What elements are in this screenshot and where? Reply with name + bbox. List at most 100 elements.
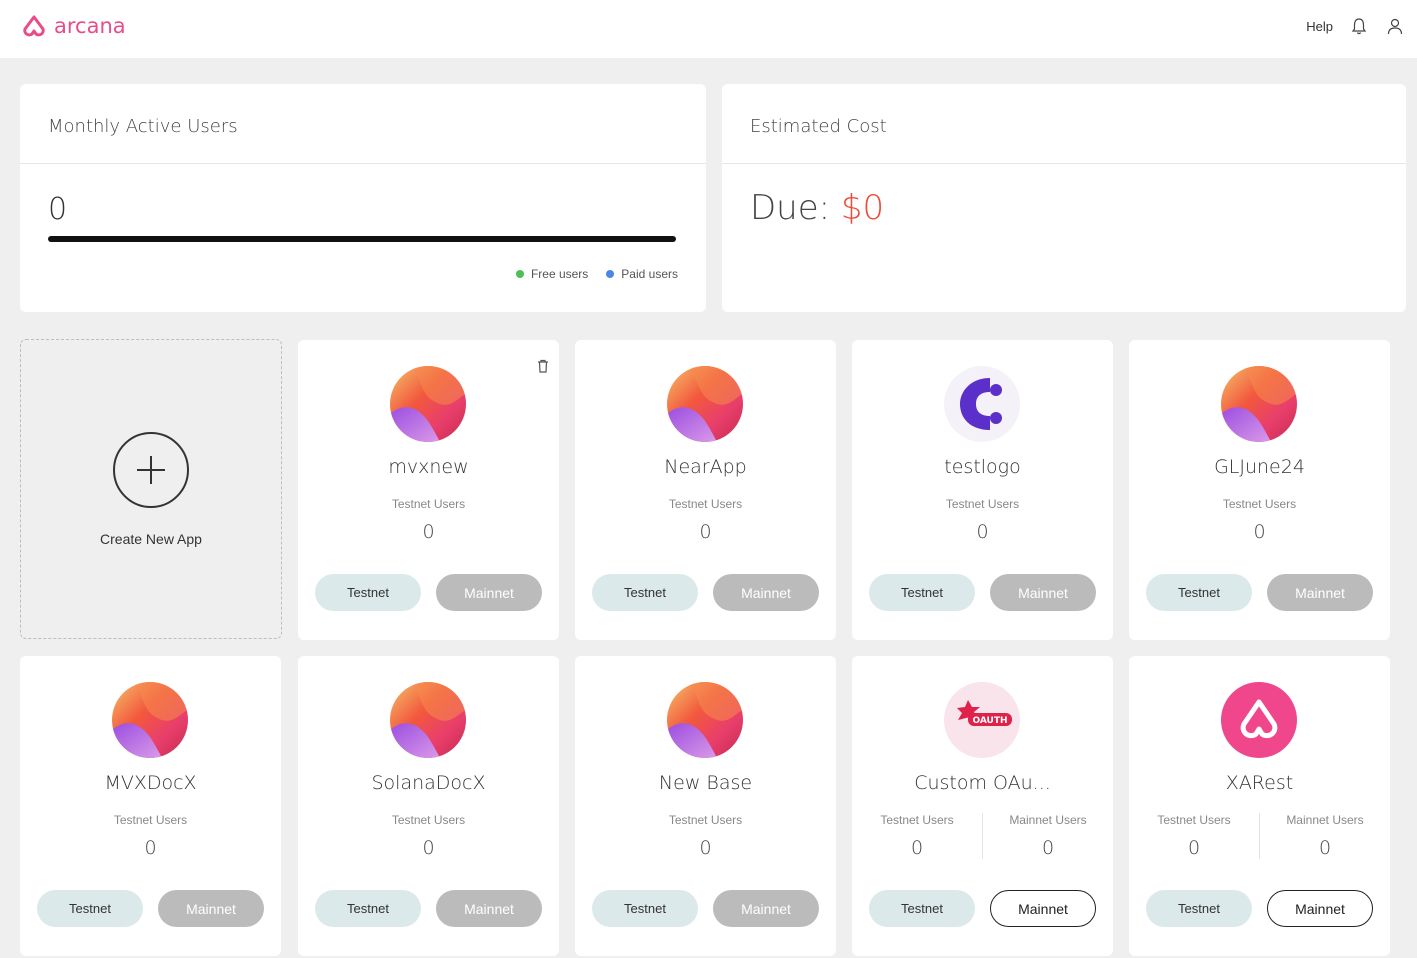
- app-card[interactable]: OAUTH Custom OAu... Testnet Users 0 Mainnet …: [852, 656, 1113, 956]
- testnet-button[interactable]: Testnet: [37, 890, 143, 927]
- mainnet-button[interactable]: Mainnet: [436, 890, 542, 927]
- help-link[interactable]: Help: [1306, 19, 1333, 34]
- user-count-column: Testnet Users 0: [298, 813, 559, 859]
- network-buttons: Testnet Mainnet: [592, 574, 819, 611]
- user-count-column: Testnet Users 0: [852, 497, 1113, 543]
- app-card[interactable]: MVXDocX Testnet Users 0 Testnet Mainnet: [20, 656, 281, 956]
- cost-card: Estimated Cost Due: $0: [722, 84, 1406, 312]
- app-card[interactable]: GLJune24 Testnet Users 0 Testnet Mainnet: [1129, 340, 1390, 640]
- mainnet-button[interactable]: Mainnet: [1267, 890, 1373, 927]
- network-buttons: Testnet Mainnet: [1146, 890, 1373, 927]
- users-label: Testnet Users: [1157, 813, 1231, 827]
- testnet-button[interactable]: Testnet: [315, 574, 421, 611]
- app-name: mvxnew: [388, 456, 469, 478]
- trash-icon[interactable]: [535, 358, 551, 374]
- users-label: Testnet Users: [880, 813, 954, 827]
- testnet-button[interactable]: Testnet: [1146, 574, 1252, 611]
- users-value: 0: [422, 521, 435, 543]
- app-card[interactable]: mvxnew Testnet Users 0 Testnet Mainnet: [298, 340, 559, 640]
- mainnet-button[interactable]: Mainnet: [990, 890, 1096, 927]
- mainnet-button[interactable]: Mainnet: [713, 890, 819, 927]
- create-new-app-card[interactable]: Create New App: [20, 339, 282, 639]
- users-value: 0: [699, 521, 712, 543]
- mau-value: 0: [48, 192, 68, 227]
- users-value: 0: [976, 521, 989, 543]
- app-name: testlogo: [944, 456, 1021, 478]
- testnet-button[interactable]: Testnet: [592, 890, 698, 927]
- app-name: SolanaDocX: [371, 772, 486, 794]
- network-buttons: Testnet Mainnet: [1146, 574, 1373, 611]
- logo-text: arcana: [54, 14, 126, 38]
- mainnet-button[interactable]: Mainnet: [1267, 574, 1373, 611]
- network-buttons: Testnet Mainnet: [37, 890, 264, 927]
- mau-card: Monthly Active Users 0 Free users Paid u…: [20, 84, 706, 312]
- app-card[interactable]: testlogo Testnet Users 0 Testnet Mainnet: [852, 340, 1113, 640]
- network-buttons: Testnet Mainnet: [315, 574, 542, 611]
- mau-progress-bar: [48, 236, 676, 242]
- app-logo: [667, 366, 743, 442]
- app-user-counts: Testnet Users 0: [20, 813, 281, 859]
- app-name: XARest: [1225, 772, 1294, 794]
- app-card[interactable]: XARest Testnet Users 0 Mainnet Users 0 Testne…: [1129, 656, 1390, 956]
- network-buttons: Testnet Mainnet: [592, 890, 819, 927]
- mainnet-button[interactable]: Mainnet: [713, 574, 819, 611]
- app-name: Custom OAu...: [914, 772, 1051, 794]
- users-value: 0: [910, 837, 924, 859]
- users-label: Mainnet Users: [1286, 813, 1364, 827]
- testnet-button[interactable]: Testnet: [315, 890, 421, 927]
- app-card[interactable]: New Base Testnet Users 0 Testnet Mainnet: [575, 656, 836, 956]
- top-bar: arcana Help: [0, 0, 1417, 58]
- app-name: GLJune24: [1214, 456, 1305, 478]
- cost-title: Estimated Cost: [750, 116, 887, 137]
- user-icon[interactable]: [1385, 16, 1405, 36]
- users-value: 0: [1187, 837, 1201, 859]
- user-count-column: Testnet Users 0: [1129, 813, 1259, 859]
- users-value: 0: [1318, 837, 1332, 859]
- arcana-logo[interactable]: arcana: [20, 14, 126, 38]
- header-actions: Help: [1306, 16, 1405, 36]
- app-logo: [390, 366, 466, 442]
- user-count-column: Testnet Users 0: [1129, 497, 1390, 543]
- plus-icon[interactable]: [113, 432, 189, 508]
- app-name: NearApp: [664, 456, 747, 478]
- arcana-logo-icon: [23, 15, 45, 37]
- mainnet-button[interactable]: Mainnet: [990, 574, 1096, 611]
- bell-icon[interactable]: [1349, 16, 1369, 36]
- mau-divider: [20, 163, 706, 164]
- app-logo: [112, 682, 188, 758]
- app-user-counts: Testnet Users 0: [575, 813, 836, 859]
- mainnet-button[interactable]: Mainnet: [158, 890, 264, 927]
- users-value: 0: [144, 837, 157, 859]
- users-label: Mainnet Users: [1009, 813, 1087, 827]
- testnet-button[interactable]: Testnet: [592, 574, 698, 611]
- network-buttons: Testnet Mainnet: [315, 890, 542, 927]
- svg-text:OAUTH: OAUTH: [972, 716, 1007, 726]
- testnet-button[interactable]: Testnet: [869, 890, 975, 927]
- legend-free-users: Free users: [515, 267, 588, 281]
- app-logo: [944, 366, 1020, 442]
- app-logo: [1221, 682, 1297, 758]
- user-count-column: Mainnet Users 0: [1259, 813, 1390, 859]
- users-label: Testnet Users: [668, 497, 743, 511]
- app-logo: [390, 682, 466, 758]
- testnet-button[interactable]: Testnet: [869, 574, 975, 611]
- app-logo: OAUTH: [944, 682, 1020, 758]
- app-user-counts: Testnet Users 0 Mainnet Users 0: [1129, 813, 1390, 859]
- user-count-column: Testnet Users 0: [852, 813, 982, 859]
- user-count-column: Mainnet Users 0: [982, 813, 1113, 859]
- app-card[interactable]: NearApp Testnet Users 0 Testnet Mainnet: [575, 340, 836, 640]
- testnet-button[interactable]: Testnet: [1146, 890, 1252, 927]
- legend-paid-users: Paid users: [606, 267, 678, 281]
- legend-paid-label: Paid users: [621, 267, 678, 281]
- app-card[interactable]: SolanaDocX Testnet Users 0 Testnet Mainnet: [298, 656, 559, 956]
- users-label: Testnet Users: [668, 813, 743, 827]
- user-count-column: Testnet Users 0: [20, 813, 281, 859]
- users-label: Testnet Users: [391, 813, 466, 827]
- mainnet-button[interactable]: Mainnet: [436, 574, 542, 611]
- user-count-column: Testnet Users 0: [575, 497, 836, 543]
- app-name: New Base: [658, 772, 753, 794]
- free-users-dot: [515, 270, 524, 278]
- users-value: 0: [1253, 521, 1266, 543]
- network-buttons: Testnet Mainnet: [869, 574, 1096, 611]
- cost-divider: [722, 163, 1406, 164]
